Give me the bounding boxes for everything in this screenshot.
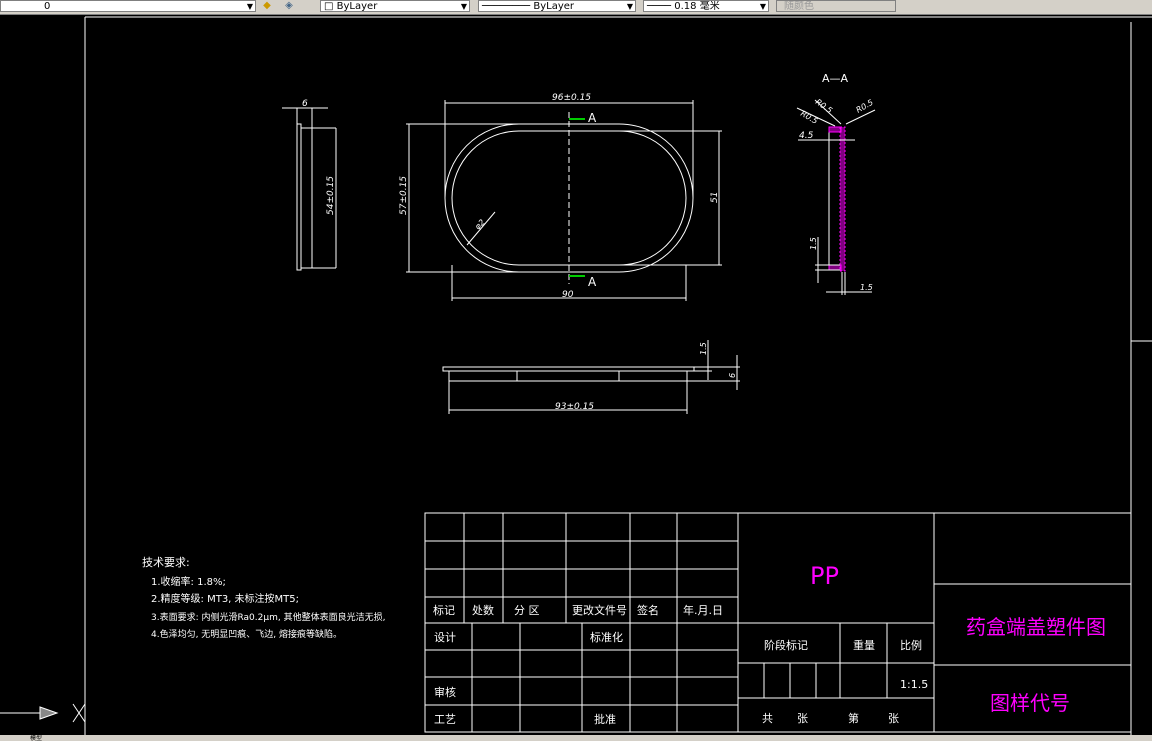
header-cell: 标记 bbox=[433, 603, 455, 617]
design-label: 设计 bbox=[434, 631, 456, 644]
review-label: 审核 bbox=[434, 685, 456, 699]
drawing-canvas[interactable]: 6 54±0.15 96±0.15 57±0.15 51 90 φ2 A A A… bbox=[0, 15, 1152, 735]
layer-previous-icon[interactable]: ◈ bbox=[282, 0, 296, 12]
linetype-dropdown[interactable]: ──────── ByLayer ▼ bbox=[478, 0, 636, 12]
chevron-down-icon: ▼ bbox=[759, 2, 766, 11]
tech-requirements-title: 技术要求: bbox=[142, 556, 190, 569]
properties-toolbar: 0 ▼ ◆ ◈ □ ByLayer ▼ ──────── ByLayer ▼ ────… bbox=[0, 0, 1152, 15]
layout-tabs: 模型 bbox=[0, 735, 1152, 741]
sheets-unit-label: 张 bbox=[888, 712, 899, 725]
dim-label: 96±0.15 bbox=[552, 93, 591, 103]
drawing-number: 图样代号 bbox=[990, 691, 1070, 715]
tech-requirements: 技术要求: 1.收缩率: 1.8%; 2.精度等级: MT3, 未标注按MT5;… bbox=[142, 556, 385, 640]
dim-label: 90 bbox=[562, 290, 574, 300]
lineweight-value: 0.18 毫米 bbox=[674, 1, 720, 12]
tech-requirement-item: 2.精度等级: MT3, 未标注按MT5; bbox=[151, 592, 299, 605]
chevron-down-icon: ▼ bbox=[246, 2, 253, 11]
section-title: A—A bbox=[822, 72, 849, 85]
dim-label: φ2 bbox=[473, 218, 487, 232]
header-cell: 签名 bbox=[637, 603, 659, 617]
tech-requirement-item: 3.表面要求: 内侧光滑Ra0.2μm, 其他整体表面良光洁无损, bbox=[151, 611, 385, 623]
dim-label: 6 bbox=[302, 99, 308, 109]
layer-dropdown[interactable]: 0 ▼ bbox=[0, 0, 256, 12]
tech-requirement-item: 4.色泽均匀, 无明显凹痕、飞边, 熔接痕等缺陷。 bbox=[151, 628, 342, 640]
dim-label: 57±0.15 bbox=[399, 176, 409, 215]
standardization-label: 标准化 bbox=[590, 630, 623, 644]
dim-label: 1.5 bbox=[699, 342, 708, 355]
dim-label: R0.5 bbox=[855, 98, 875, 115]
scale-label: 比例 bbox=[900, 638, 922, 652]
section-mark: A bbox=[588, 111, 597, 125]
dim-label: 6 bbox=[728, 373, 737, 378]
dim-label: 51 bbox=[710, 192, 720, 203]
material-label: PP bbox=[810, 562, 839, 590]
part-name: 药盒端盖塑件图 bbox=[966, 615, 1106, 639]
sheets-unit-label: 张 bbox=[797, 712, 808, 725]
chevron-down-icon: ▼ bbox=[626, 2, 633, 11]
front-view: 93±0.15 1.5 6 bbox=[442, 340, 740, 414]
header-cell: 更改文件号 bbox=[572, 603, 627, 617]
color-dropdown[interactable]: □ ByLayer ▼ bbox=[320, 0, 470, 12]
tech-requirement-item: 1.收缩率: 1.8%; bbox=[151, 575, 226, 588]
sheets-total-label: 共 bbox=[762, 712, 773, 725]
plotstyle-dropdown: 随颜色 bbox=[776, 0, 896, 12]
lineweight-dropdown[interactable]: ──── 0.18 毫米 ▼ bbox=[643, 0, 769, 12]
header-cell: 处数 bbox=[472, 604, 494, 617]
dim-label: 93±0.15 bbox=[555, 402, 594, 412]
linetype-value: ByLayer bbox=[533, 1, 575, 12]
dim-label: 1.5 bbox=[809, 237, 818, 250]
dim-label: R0.5 bbox=[799, 109, 819, 126]
top-view: 96±0.15 57±0.15 51 90 φ2 A A bbox=[399, 93, 722, 301]
section-view: A—A 4.5 R0.5 R0.5 R0.5 1.5 1.5 bbox=[796, 72, 876, 295]
scale-value: 1:1.5 bbox=[900, 678, 928, 691]
dim-label: 54±0.15 bbox=[326, 176, 336, 215]
layer-value: 0 bbox=[44, 1, 51, 12]
header-cell: 分 区 bbox=[514, 604, 540, 617]
color-value: ByLayer bbox=[336, 1, 378, 12]
make-layer-current-icon[interactable]: ◆ bbox=[260, 0, 274, 12]
plotstyle-value: 随颜色 bbox=[784, 1, 814, 12]
title-block: 标记 处数 分 区 更改文件号 签名 年.月.日 设计 标准化 审核 工艺 批准… bbox=[424, 512, 1132, 733]
process-label: 工艺 bbox=[434, 713, 456, 726]
weight-label: 重量 bbox=[853, 638, 875, 652]
dim-label: 4.5 bbox=[799, 131, 814, 141]
side-view: 6 54±0.15 bbox=[282, 99, 337, 271]
tab-model[interactable]: 模型 bbox=[30, 735, 42, 741]
section-mark: A bbox=[588, 275, 597, 289]
dim-label: R0.5 bbox=[814, 97, 834, 115]
chevron-down-icon: ▼ bbox=[460, 2, 467, 11]
stage-mark-label: 阶段标记 bbox=[764, 638, 808, 652]
dim-label: 1.5 bbox=[860, 283, 873, 292]
approve-label: 批准 bbox=[594, 712, 616, 726]
header-cell: 年.月.日 bbox=[683, 603, 723, 617]
ucs-icon bbox=[0, 703, 86, 723]
sheet-number-label: 第 bbox=[848, 711, 859, 725]
